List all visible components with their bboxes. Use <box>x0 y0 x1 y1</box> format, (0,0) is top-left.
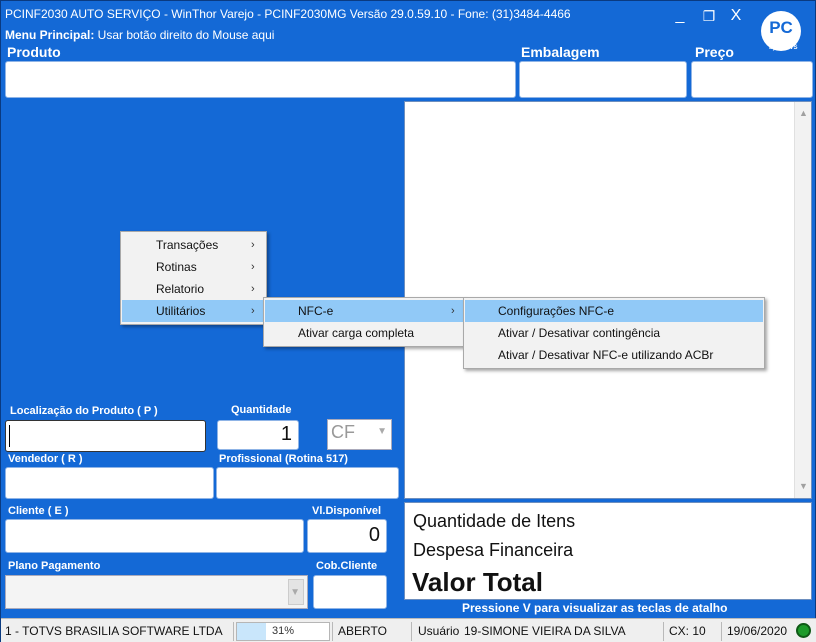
menu-item-relatorio[interactable]: Relatorio › <box>122 278 265 300</box>
menu-item-acbr[interactable]: Ativar / Desativar NFC-e utilizando ACBr <box>465 344 763 366</box>
chevron-right-icon: › <box>451 305 455 317</box>
app-window: PCINF2030 AUTO SERVIÇO - WinThor Varejo … <box>0 0 816 642</box>
embalagem-field[interactable] <box>519 61 687 98</box>
menu-item-label: Utilitários <box>156 304 206 318</box>
minimize-button[interactable]: _ <box>669 6 691 26</box>
chevron-down-icon: ▼ <box>377 426 387 437</box>
quantidade-label: Quantidade <box>231 404 292 416</box>
menu-item-ativar-carga[interactable]: Ativar carga completa <box>265 322 463 344</box>
vendedor-label: Vendedor ( R ) <box>8 453 83 465</box>
status-divider <box>721 622 722 641</box>
progress-text: 31% <box>271 625 295 637</box>
scroll-up-icon[interactable]: ▲ <box>795 105 812 122</box>
menu-hint-text: Usar botão direito do Mouse aqui <box>94 28 275 42</box>
quantidade-input[interactable]: 1 <box>217 420 299 450</box>
connection-ok-icon <box>796 623 811 638</box>
company-name: 1 - TOTVS BRASILIA SOFTWARE LTDA <box>5 624 223 638</box>
profissional-input[interactable] <box>216 467 399 499</box>
vendedor-input[interactable] <box>5 467 214 499</box>
localizacao-label: Localização do Produto ( P ) <box>10 405 158 417</box>
localizacao-input[interactable] <box>5 420 206 452</box>
menu-item-label: Rotinas <box>156 260 197 274</box>
cliente-label: Cliente ( E ) <box>8 505 69 517</box>
vl-disponivel-value: 0 <box>368 524 380 546</box>
window-title: PCINF2030 AUTO SERVIÇO - WinThor Varejo … <box>5 7 571 21</box>
embalagem-label: Embalagem <box>521 44 600 60</box>
menu-item-label: NFC-e <box>298 304 334 318</box>
nfce-submenu: Configurações NFC-e Ativar / Desativar c… <box>463 297 765 369</box>
status-divider <box>663 622 664 641</box>
preco-label: Preço <box>695 44 734 60</box>
cf-value: CF <box>331 422 355 442</box>
menu-item-label: Ativar carga completa <box>298 326 415 340</box>
menu-item-utilitarios[interactable]: Utilitários › <box>122 300 265 322</box>
chevron-right-icon: › <box>251 305 255 317</box>
close-button[interactable]: X <box>725 6 747 26</box>
cob-cliente-label: Cob.Cliente <box>316 560 378 572</box>
cx-number: CX: 10 <box>669 624 706 638</box>
cashier-state: ABERTO <box>338 624 387 638</box>
chevron-right-icon: › <box>251 261 255 273</box>
menu-hint-label: Menu Principal: <box>5 28 95 42</box>
menu-item-rotinas[interactable]: Rotinas › <box>122 256 265 278</box>
cob-cliente-field[interactable] <box>313 575 387 609</box>
cliente-input[interactable] <box>5 519 304 553</box>
menu-item-nfce[interactable]: NFC-e › <box>265 300 463 322</box>
user-name: 19-SIMONE VIEIRA DA SILVA <box>464 624 626 638</box>
menu-item-transacoes[interactable]: Transações › <box>122 234 265 256</box>
menu-item-label: Transações <box>156 238 219 252</box>
main-menu-hint: Menu Principal: Usar botão direito do Mo… <box>5 28 274 42</box>
chevron-right-icon: › <box>251 239 255 251</box>
progress-bar: 31% <box>236 622 330 641</box>
produto-field[interactable] <box>5 61 516 98</box>
status-bar: 1 - TOTVS BRASILIA SOFTWARE LTDA 31% ABE… <box>1 618 816 642</box>
status-divider <box>233 622 234 641</box>
restore-button[interactable]: ❐ <box>698 6 720 26</box>
user-label: Usuário <box>418 624 460 638</box>
status-divider <box>332 622 333 641</box>
preco-field[interactable] <box>691 61 813 98</box>
vl-disponivel-label: Vl.Disponível <box>312 505 382 517</box>
utilitarios-submenu: NFC-e › Ativar carga completa <box>263 297 465 347</box>
scroll-down-icon[interactable]: ▼ <box>795 478 812 495</box>
chevron-down-icon: ▼ <box>290 587 300 598</box>
menu-item-label: Ativar / Desativar NFC-e utilizando ACBr <box>498 348 714 362</box>
shortcut-hint: Pressione V para visualizar as teclas de… <box>462 601 728 615</box>
cf-select[interactable]: CF ▼ <box>327 419 392 450</box>
profissional-label: Profissional (Rotina 517) <box>219 453 348 465</box>
chevron-right-icon: › <box>251 283 255 295</box>
list-scrollbar[interactable]: ▲ ▼ <box>794 102 811 498</box>
menu-item-contingencia[interactable]: Ativar / Desativar contingência <box>465 322 763 344</box>
vl-disponivel-field: 0 <box>307 519 387 553</box>
valor-total-label: Valor Total <box>412 567 543 597</box>
text-caret <box>9 425 10 447</box>
plano-pagamento-label: Plano Pagamento <box>8 560 101 572</box>
status-divider <box>411 622 412 641</box>
menu-item-label: Relatorio <box>156 282 205 296</box>
logo-subtitle: by TOTVS <box>769 45 798 51</box>
context-menu: Transações › Rotinas › Relatorio › Utili… <box>120 231 267 325</box>
menu-item-label: Ativar / Desativar contingência <box>498 326 661 340</box>
quantidade-value: 1 <box>280 423 292 445</box>
despesa-financeira-label: Despesa Financeira <box>413 540 574 560</box>
produto-label: Produto <box>7 44 61 60</box>
quantidade-itens-label: Quantidade de Itens <box>413 511 576 531</box>
menu-item-configuracoes-nfce[interactable]: Configurações NFC-e <box>465 300 763 322</box>
status-date: 19/06/2020 <box>727 624 788 638</box>
totals-panel: Quantidade de Itens Despesa Financeira V… <box>404 502 812 600</box>
plano-pagamento-select[interactable]: ▼ <box>5 575 308 609</box>
menu-item-label: Configurações NFC-e <box>498 304 615 318</box>
